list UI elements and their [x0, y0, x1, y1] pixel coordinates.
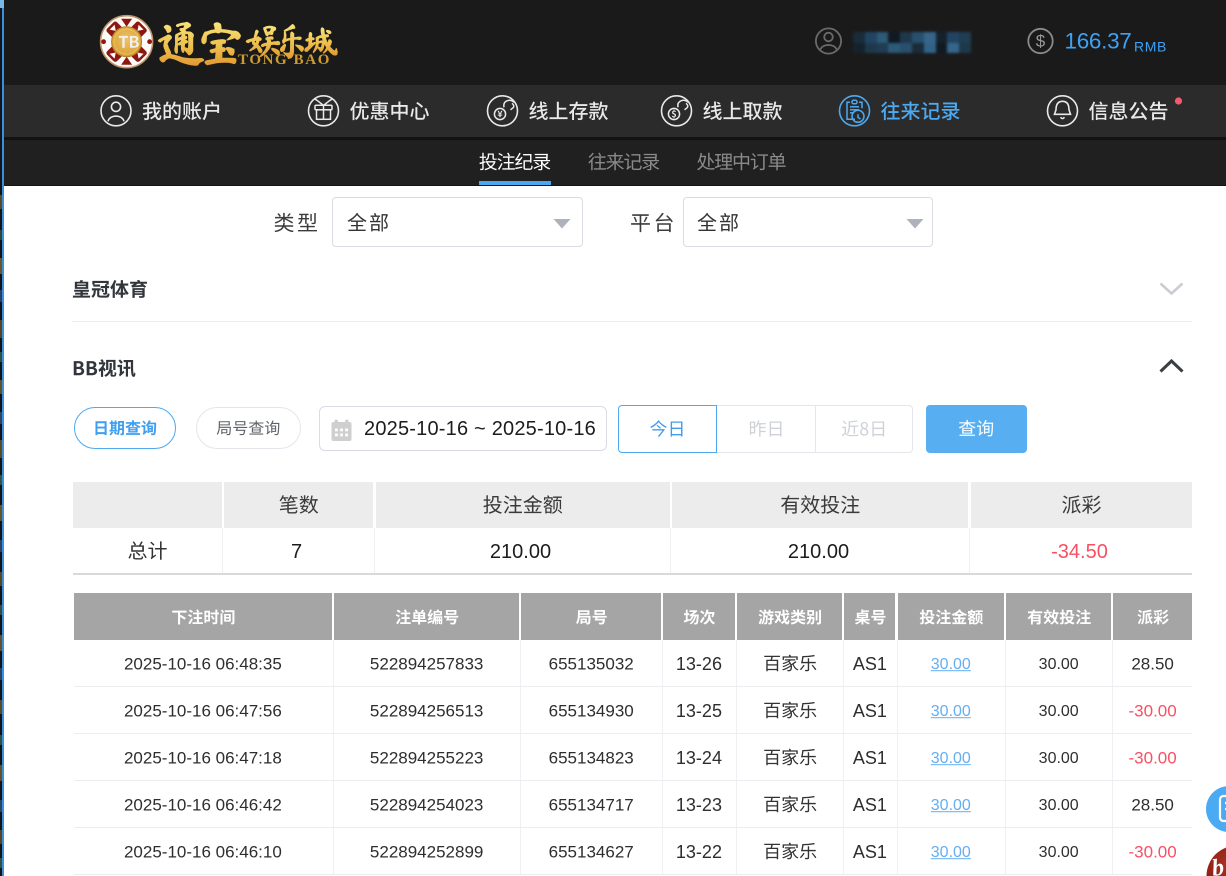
- svg-text:b: b: [1210, 855, 1226, 876]
